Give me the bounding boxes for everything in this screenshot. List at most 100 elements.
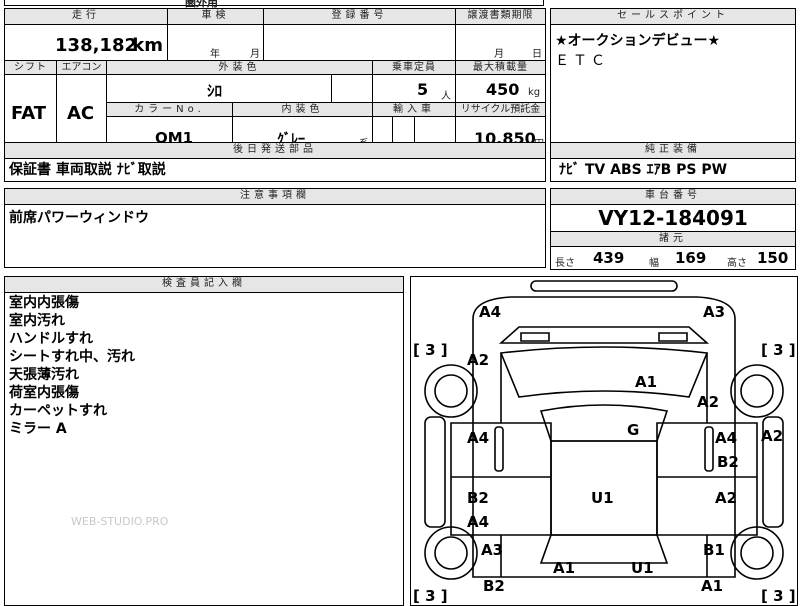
mileage-value: 138,182	[55, 35, 137, 56]
notes-header: 注意事項欄	[5, 189, 545, 205]
width-value: 169	[675, 249, 707, 267]
length-value: 439	[593, 249, 625, 267]
sales-point-box: セールスポイント ★オークションデビュー★ ＥＴＣ	[550, 8, 796, 158]
sales-point-line: ★オークションデビュー★	[555, 33, 721, 49]
left-mirror	[494, 426, 504, 472]
top-partial-row	[4, 0, 544, 6]
max-load-header: 最大積載量	[456, 61, 545, 75]
inspector-line: 室内汚れ	[9, 313, 65, 329]
mark-hood: A1	[635, 373, 657, 391]
left-doors	[450, 422, 552, 536]
aircon-value: AC	[67, 103, 95, 124]
mark-left-rear-fender: A3	[481, 541, 503, 559]
chassis-value: VY12-184091	[598, 206, 748, 230]
equipment-value: ﾅﾋﾞ TV ABS ｴｱB PS PW	[559, 162, 728, 178]
hood-panel	[499, 346, 709, 398]
inspection-year-unit: 年	[210, 49, 220, 60]
transfer-month-unit: 月	[494, 49, 504, 60]
inspector-line: ハンドルすれ	[9, 331, 93, 347]
mileage-unit: km	[132, 35, 163, 56]
dimensions-header: 諸元	[551, 231, 795, 247]
sales-point-lines: ★オークションデビュー★ ＥＴＣ	[555, 31, 720, 71]
mark-roof: G	[627, 421, 639, 439]
chassis-box: 車台番号 VY12-184091 諸元 長さ 439 幅 169 高さ 150	[550, 188, 796, 270]
max-load-value: 450	[486, 80, 520, 99]
transfer-header: 譲渡書類期限	[456, 9, 545, 25]
mark-front-right-corner: A3	[703, 303, 725, 321]
notes-value: 前席パワーウィンドウ	[9, 210, 149, 226]
height-label: 高さ	[727, 258, 747, 269]
left-side-skirt	[424, 416, 446, 528]
transfer-cell: 月 日	[456, 25, 545, 61]
import-header: 輸入車	[373, 103, 456, 117]
equipment-box: 純正装備 ﾅﾋﾞ TV ABS ｴｱB PS PW	[550, 142, 796, 182]
mark-rear-center: U1	[631, 559, 654, 577]
max-load-unit: kg	[528, 87, 541, 98]
car-diagram-box: [ 3 ] [ 3 ] [ 3 ] [ 3 ] A4 A3 A2 A1 A2 G…	[410, 276, 798, 606]
dimensions-row: 長さ 439 幅 169 高さ 150	[551, 247, 795, 269]
inspector-box: 検査員記入欄 室内内張傷 室内汚れ ハンドルすれ シートすれ中、汚れ 天張薄汚れ…	[4, 276, 404, 606]
width-label: 幅	[649, 258, 659, 269]
inspector-line: ミラー A	[9, 421, 67, 437]
exterior-color-cell: ｼﾛ	[107, 75, 332, 103]
watermark: WEB-STUDIO.PRO	[71, 515, 169, 528]
inspector-line: シートすれ中、汚れ	[9, 349, 135, 365]
sales-point-line: ＥＴＣ	[555, 53, 609, 69]
car-diagram: [ 3 ] [ 3 ] [ 3 ] [ 3 ] A4 A3 A2 A1 A2 G…	[413, 280, 796, 605]
later-parts-box: 後日発送部品 保証書 車両取説 ﾅﾋﾞ取説	[4, 142, 546, 182]
color-no-header: カラーNo.	[107, 103, 233, 117]
chassis-header: 車台番号	[551, 189, 795, 205]
mark-right-rear-door: A2	[715, 489, 737, 507]
inspection-month-unit: 月	[250, 49, 260, 60]
mark-front-left-corner: A4	[479, 303, 501, 321]
inspector-lines: 室内内張傷 室内汚れ ハンドルすれ シートすれ中、汚れ 天張薄汚れ 荷室内張傷 …	[9, 294, 135, 438]
mark-right-front-door-a: A4	[715, 429, 737, 447]
sales-point-header: セールスポイント	[551, 9, 795, 25]
exterior-color-extra	[332, 75, 373, 103]
shift-header: シフト	[5, 61, 57, 75]
mileage-header: 走行	[5, 9, 168, 25]
capacity-header: 乗車定員	[373, 61, 456, 75]
later-parts-value: 保証書 車両取説 ﾅﾋﾞ取説	[9, 162, 166, 178]
mark-left-rear-door-b: A4	[467, 513, 489, 531]
right-doors	[656, 422, 758, 536]
transfer-day-unit: 日	[532, 49, 542, 60]
height-value: 150	[757, 249, 789, 267]
mark-roof-rear: U1	[591, 489, 614, 507]
notes-box: 注意事項欄 前席パワーウィンドウ	[4, 188, 546, 268]
inspector-line: 荷室内張傷	[9, 385, 79, 401]
mark-rear-right-bottom: A1	[701, 577, 723, 595]
inspection-header: 車検	[168, 9, 264, 25]
mark-left-rear-door-a: B2	[467, 489, 489, 507]
tire-label-rear-left: [ 3 ]	[413, 587, 448, 605]
inspector-header: 検査員記入欄	[5, 277, 403, 293]
exterior-color-header: 外装色	[107, 61, 373, 75]
capacity-cell: 5 人	[373, 75, 456, 103]
registration-cell	[264, 25, 456, 61]
mark-left-front-fender: A2	[467, 351, 489, 369]
exterior-color-value: ｼﾛ	[207, 82, 223, 100]
tire-label-rear-right: [ 3 ]	[761, 587, 796, 605]
registration-header: 登録番号	[264, 9, 456, 25]
mileage-cell: 138,182 km	[5, 25, 168, 61]
mark-right-side-outer: A2	[761, 427, 783, 445]
capacity-value: 5	[417, 80, 429, 99]
equipment-header: 純正装備	[551, 143, 795, 159]
mark-right-rear-fender: B1	[703, 541, 725, 559]
tire-label-front-right: [ 3 ]	[761, 341, 796, 359]
mark-rear-left-bottom: B2	[483, 577, 505, 595]
windshield	[539, 404, 669, 442]
mark-rear-left: A1	[553, 559, 575, 577]
mark-right-front-fender: A2	[697, 393, 719, 411]
recycle-header: リサイクル預託金	[456, 103, 545, 117]
mark-right-front-door-b: B2	[717, 453, 739, 471]
inspection-cell: 年 月	[168, 25, 264, 61]
interior-color-header: 内装色	[233, 103, 373, 117]
tire-front-left	[424, 364, 478, 418]
roof-panel	[550, 440, 658, 536]
right-mirror	[704, 426, 714, 472]
length-label: 長さ	[555, 258, 575, 269]
later-parts-header: 後日発送部品	[5, 143, 545, 159]
mark-left-front-door: A4	[467, 429, 489, 447]
front-bumper-bar	[530, 280, 678, 292]
